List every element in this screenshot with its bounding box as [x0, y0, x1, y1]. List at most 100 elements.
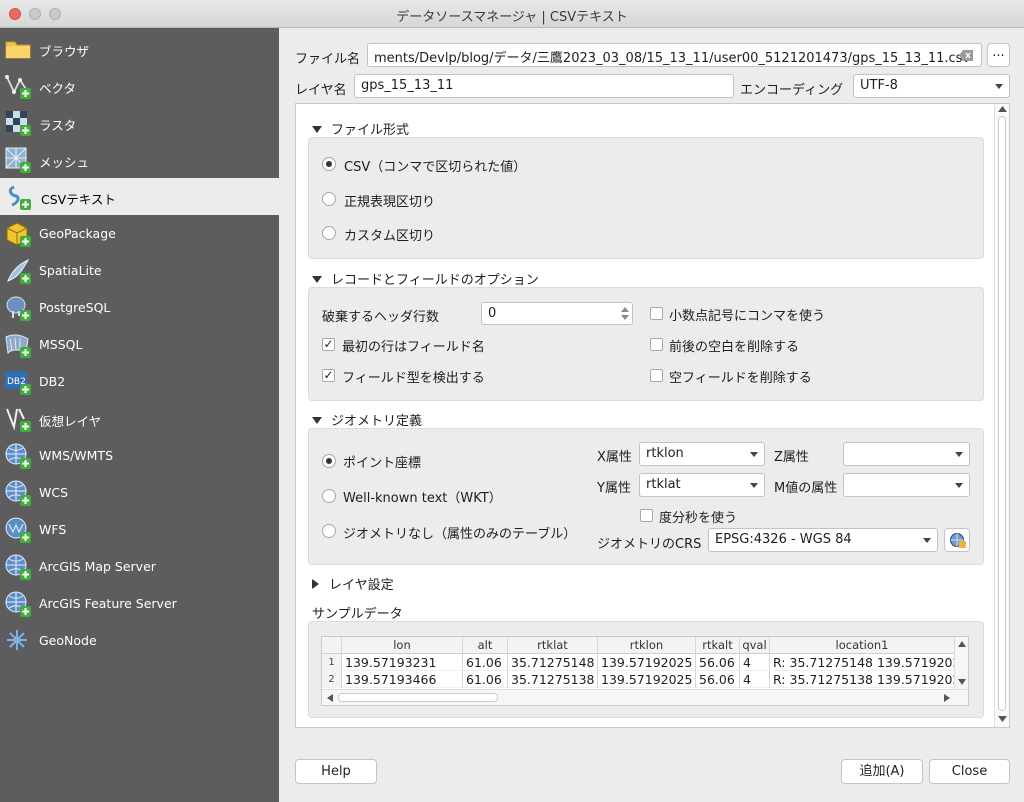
- collapse-triangle-icon: [312, 126, 322, 133]
- data-source-manager-window: データソースマネージャ | CSVテキスト ブラウザ ベクタ ラスタ メッシュ …: [0, 0, 1024, 802]
- radio-custom-label[interactable]: カスタム区切り: [344, 225, 435, 244]
- x-field-select[interactable]: rtklon: [639, 442, 765, 466]
- checkbox-dms[interactable]: [640, 509, 653, 522]
- section-title: ジオメトリ定義: [331, 414, 423, 429]
- row-header[interactable]: 1: [322, 654, 342, 671]
- raster-layer-icon: [6, 111, 31, 136]
- encoding-select[interactable]: UTF-8: [853, 74, 1010, 98]
- crs-select[interactable]: EPSG:4326 - WGS 84: [708, 528, 938, 552]
- decimal-comma-label[interactable]: 小数点記号にコンマを使う: [669, 305, 825, 324]
- sidebar-item-raster[interactable]: ラスタ: [0, 104, 279, 141]
- options-vertical-scrollbar[interactable]: [994, 104, 1009, 727]
- checkbox-detect-field-types[interactable]: ✓: [322, 369, 335, 382]
- radio-no-geometry[interactable]: [322, 524, 336, 538]
- scroll-right-icon[interactable]: [944, 694, 950, 702]
- radio-regex[interactable]: [322, 192, 336, 206]
- help-button[interactable]: Help: [295, 759, 377, 784]
- table-cell: 4: [740, 654, 770, 671]
- column-header[interactable]: lon: [342, 637, 463, 654]
- scroll-up-icon[interactable]: [958, 641, 966, 647]
- radio-wkt[interactable]: [322, 489, 336, 503]
- scroll-down-icon[interactable]: [998, 716, 1007, 722]
- z-field-select[interactable]: [843, 442, 970, 466]
- table-cell: 35.71275148: [508, 654, 598, 671]
- section-layer-settings[interactable]: レイヤ設定: [312, 574, 394, 593]
- x-field-value: rtklon: [646, 446, 684, 461]
- column-header[interactable]: qval: [740, 637, 770, 654]
- detect-field-types-label[interactable]: フィールド型を検出する: [342, 367, 485, 386]
- scroll-thumb[interactable]: [998, 116, 1006, 711]
- column-header[interactable]: rtkalt: [696, 637, 740, 654]
- crs-value: EPSG:4326 - WGS 84: [715, 532, 852, 547]
- checkbox-decimal-comma[interactable]: [650, 307, 663, 320]
- radio-no-geometry-label[interactable]: ジオメトリなし（属性のみのテーブル）: [343, 523, 576, 542]
- arcgis-feature-globe-icon: [5, 591, 31, 617]
- sidebar-item-mssql[interactable]: MSSQL: [0, 326, 279, 363]
- sidebar-item-geopackage[interactable]: GeoPackage: [0, 215, 279, 252]
- vector-layer-icon: [5, 75, 31, 99]
- radio-csv[interactable]: [322, 157, 336, 171]
- sidebar-item-browser[interactable]: ブラウザ: [0, 30, 279, 67]
- sidebar-item-mesh[interactable]: メッシュ: [0, 141, 279, 178]
- discard-empty-fields-label[interactable]: 空フィールドを削除する: [669, 367, 812, 386]
- discard-header-spinbox[interactable]: 0: [481, 302, 633, 325]
- y-field-select[interactable]: rtklat: [639, 473, 765, 497]
- crs-selector-button[interactable]: [944, 528, 970, 552]
- row-header[interactable]: 2: [322, 671, 342, 688]
- sidebar-item-arcgis-feature-server[interactable]: ArcGIS Feature Server: [0, 585, 279, 622]
- scroll-thumb[interactable]: [338, 693, 498, 702]
- radio-wkt-label[interactable]: Well-known text（WKT）: [343, 487, 502, 506]
- wfs-globe-icon: [5, 517, 31, 543]
- checkbox-first-row-field-names[interactable]: ✓: [322, 338, 335, 351]
- sidebar-item-wcs[interactable]: WCS: [0, 474, 279, 511]
- column-header[interactable]: location1: [770, 637, 954, 654]
- sidebar-item-spatialite[interactable]: SpatiaLite: [0, 252, 279, 289]
- radio-csv-label[interactable]: CSV（コンマで区切られた値）: [344, 156, 526, 175]
- file-path-input[interactable]: ments/Devlp/blog/データ/三鷹2023_03_08/15_13_…: [367, 43, 982, 67]
- column-header[interactable]: rtklon: [598, 637, 696, 654]
- sidebar-item-label: WMS/WMTS: [39, 448, 114, 463]
- table-horizontal-scrollbar[interactable]: [322, 689, 968, 705]
- scroll-left-icon[interactable]: [327, 694, 333, 702]
- radio-point-coordinates[interactable]: [322, 454, 336, 468]
- browse-button[interactable]: ...: [987, 43, 1010, 67]
- column-header[interactable]: alt: [463, 637, 508, 654]
- table-vertical-scrollbar[interactable]: [954, 637, 968, 689]
- sidebar-item-db2[interactable]: DB2 DB2: [0, 363, 279, 400]
- sidebar-item-virtual-layer[interactable]: 仮想レイヤ: [0, 400, 279, 437]
- scroll-down-icon[interactable]: [958, 679, 966, 685]
- sidebar-item-csv-text[interactable]: CSVテキスト: [0, 178, 279, 215]
- sidebar-item-label: ベクタ: [39, 81, 77, 96]
- section-record-field-options[interactable]: レコードとフィールドのオプション: [312, 269, 539, 288]
- dms-label[interactable]: 度分秒を使う: [659, 507, 737, 526]
- sidebar: ブラウザ ベクタ ラスタ メッシュ CSVテキスト GeoPackage Spa…: [0, 28, 279, 802]
- section-file-format[interactable]: ファイル形式: [312, 119, 409, 138]
- sidebar-item-vector[interactable]: ベクタ: [0, 67, 279, 104]
- radio-regex-label[interactable]: 正規表現区切り: [344, 191, 435, 210]
- checkbox-trim-fields[interactable]: [650, 338, 663, 351]
- add-button[interactable]: 追加(A): [841, 759, 923, 784]
- sidebar-item-wms-wmts[interactable]: WMS/WMTS: [0, 437, 279, 474]
- sidebar-item-wfs[interactable]: WFS: [0, 511, 279, 548]
- radio-custom[interactable]: [322, 226, 336, 240]
- spinbox-arrows-icon[interactable]: [617, 303, 633, 324]
- sidebar-item-arcgis-map-server[interactable]: ArcGIS Map Server: [0, 548, 279, 585]
- sidebar-item-label: ブラウザ: [39, 44, 90, 59]
- layer-name-input[interactable]: gps_15_13_11: [354, 74, 734, 98]
- sidebar-item-geonode[interactable]: GeoNode: [0, 622, 279, 659]
- column-header[interactable]: rtklat: [508, 637, 598, 654]
- checkbox-discard-empty-fields[interactable]: [650, 369, 663, 382]
- section-geometry-definition[interactable]: ジオメトリ定義: [312, 410, 422, 429]
- clear-field-icon[interactable]: [959, 50, 973, 61]
- encoding-value: UTF-8: [860, 78, 898, 93]
- sample-data-table[interactable]: lon alt rtklat rtklon rtkalt qval locati…: [321, 636, 969, 706]
- m-field-select[interactable]: [843, 473, 970, 497]
- trim-fields-label[interactable]: 前後の空白を削除する: [669, 336, 799, 355]
- first-row-field-names-label[interactable]: 最初の行はフィールド名: [342, 336, 485, 355]
- radio-point-coordinates-label[interactable]: ポイント座標: [343, 452, 421, 471]
- scroll-up-icon[interactable]: [998, 106, 1007, 112]
- chevron-down-icon: [750, 483, 758, 488]
- sidebar-item-postgresql[interactable]: PostgreSQL: [0, 289, 279, 326]
- close-button[interactable]: Close: [929, 759, 1010, 784]
- sidebar-item-label: WCS: [39, 485, 69, 500]
